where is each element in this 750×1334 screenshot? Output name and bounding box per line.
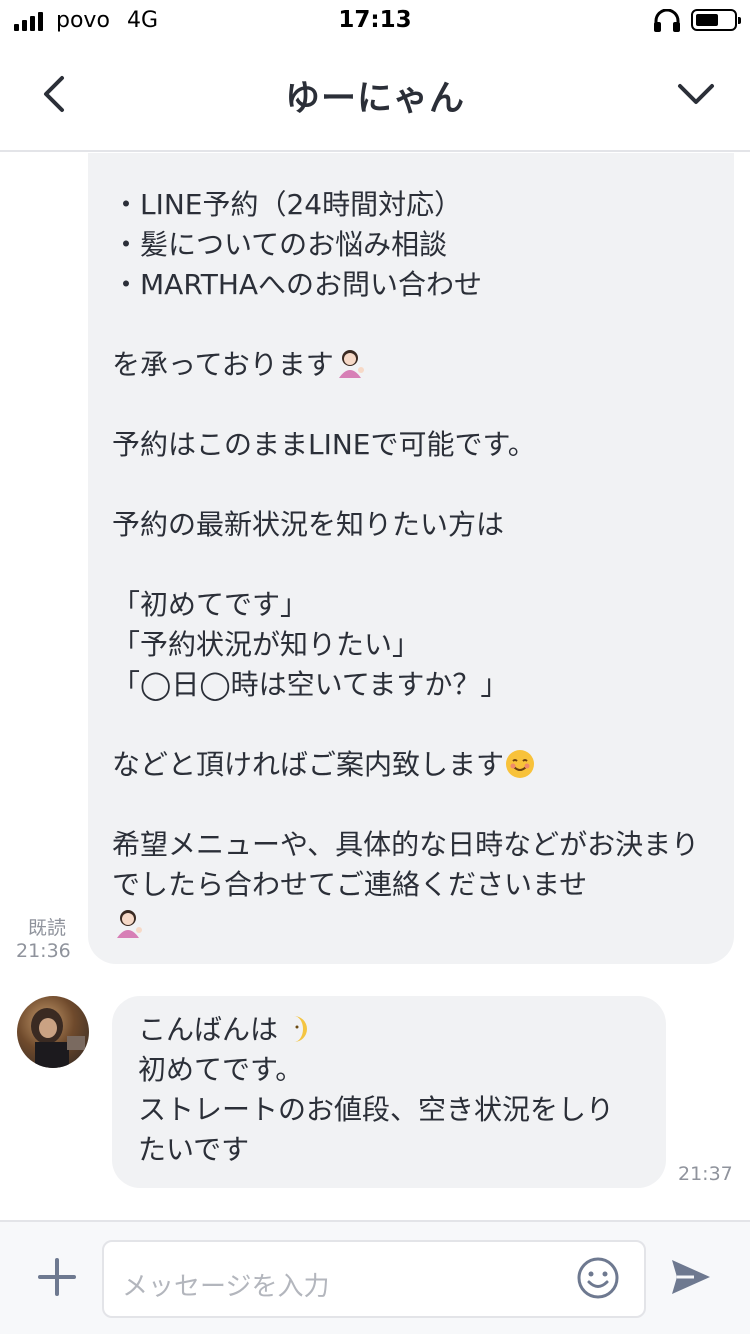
message-input-bar: メッセージを入力: [0, 1220, 750, 1334]
send-icon[interactable]: [668, 1254, 714, 1300]
person-tipping-hand-emoji-icon: [338, 350, 364, 378]
outgoing-message-text: ・LINE予約（24時間対応） ・髪についてのお悩み相談 ・MARTHAへのお問…: [112, 185, 712, 945]
headphones-icon: [654, 9, 680, 32]
message-text-part: ・LINE予約（24時間対応） ・髪についてのお悩み相談 ・MARTHAへのお問…: [112, 188, 483, 381]
battery-icon: [691, 9, 741, 31]
read-receipt: 既読: [28, 917, 67, 939]
person-tipping-hand-emoji-icon: [117, 910, 142, 938]
chat-header: ゆーにゃん: [0, 40, 750, 152]
incoming-message-text: こんばんは 初めてです。 ストレートのお値段、空き状況をしりたいです: [138, 1010, 638, 1170]
message-text-part: こんばんは: [138, 1013, 279, 1046]
message-input[interactable]: メッセージを入力: [102, 1240, 646, 1318]
incoming-message-bubble[interactable]: こんばんは 初めてです。 ストレートのお値段、空き状況をしりたいです: [112, 996, 666, 1188]
message-timestamp: 21:36: [16, 940, 71, 962]
avatar-photo-icon: [31, 1008, 85, 1068]
plus-icon[interactable]: [38, 1258, 76, 1296]
status-bar: povo 4G 17:13: [0, 0, 750, 40]
smiling-face-emoji-icon: [506, 750, 535, 778]
chat-area[interactable]: ・LINE予約（24時間対応） ・髪についてのお悩み相談 ・MARTHAへのお問…: [0, 153, 750, 1219]
avatar[interactable]: [17, 996, 89, 1068]
page-title: ゆーにゃん: [284, 79, 465, 119]
message-text-part: 初めてです。 ストレートのお値段、空き状況をしりたいです: [138, 1053, 615, 1166]
message-input-placeholder: メッセージを入力: [122, 1272, 330, 1302]
smile-icon[interactable]: [576, 1256, 620, 1300]
message-text-part: 予約はこのままLINEで可能です。 予約の最新状況を知りたい方は 「初めてです」…: [112, 428, 536, 781]
crescent-moon-emoji-icon: [294, 1016, 308, 1042]
message-timestamp: 21:37: [678, 1163, 733, 1185]
message-text-part: 希望メニューや、具体的な日時などがお決まりでしたら合わせてご連絡くださいませ: [112, 828, 700, 901]
chevron-down-icon[interactable]: [674, 76, 718, 112]
status-time: 17:13: [338, 7, 412, 33]
outgoing-message-bubble[interactable]: ・LINE予約（24時間対応） ・髪についてのお悩み相談 ・MARTHAへのお問…: [88, 153, 734, 964]
